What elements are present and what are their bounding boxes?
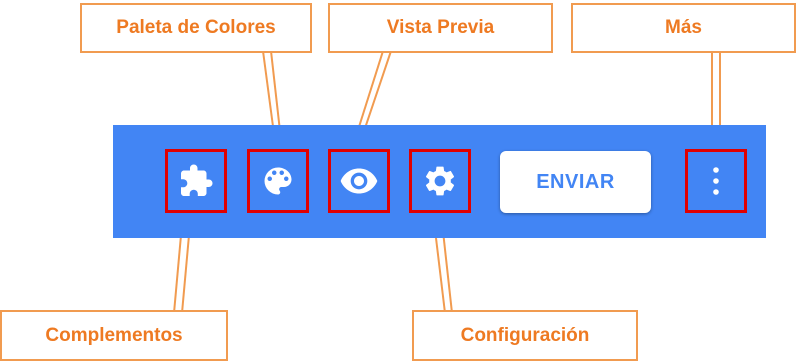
callout-preview: Vista Previa bbox=[328, 3, 553, 53]
callout-more: Más bbox=[571, 3, 796, 53]
callout-addons: Complementos bbox=[0, 310, 228, 361]
preview-button[interactable] bbox=[328, 149, 390, 213]
callout-settings: Configuración bbox=[412, 310, 638, 361]
more-options-button[interactable] bbox=[685, 149, 747, 213]
puzzle-piece-icon bbox=[181, 164, 213, 196]
send-button[interactable]: ENVIAR bbox=[500, 151, 651, 213]
vertical-ellipsis-icon bbox=[713, 167, 719, 195]
gear-icon bbox=[425, 166, 455, 196]
palette-icon bbox=[264, 167, 292, 195]
callout-palette: Paleta de Colores bbox=[80, 3, 312, 53]
color-palette-button[interactable] bbox=[247, 149, 309, 213]
settings-button[interactable] bbox=[409, 149, 471, 213]
addons-button[interactable] bbox=[165, 149, 227, 213]
eye-icon bbox=[340, 168, 378, 194]
